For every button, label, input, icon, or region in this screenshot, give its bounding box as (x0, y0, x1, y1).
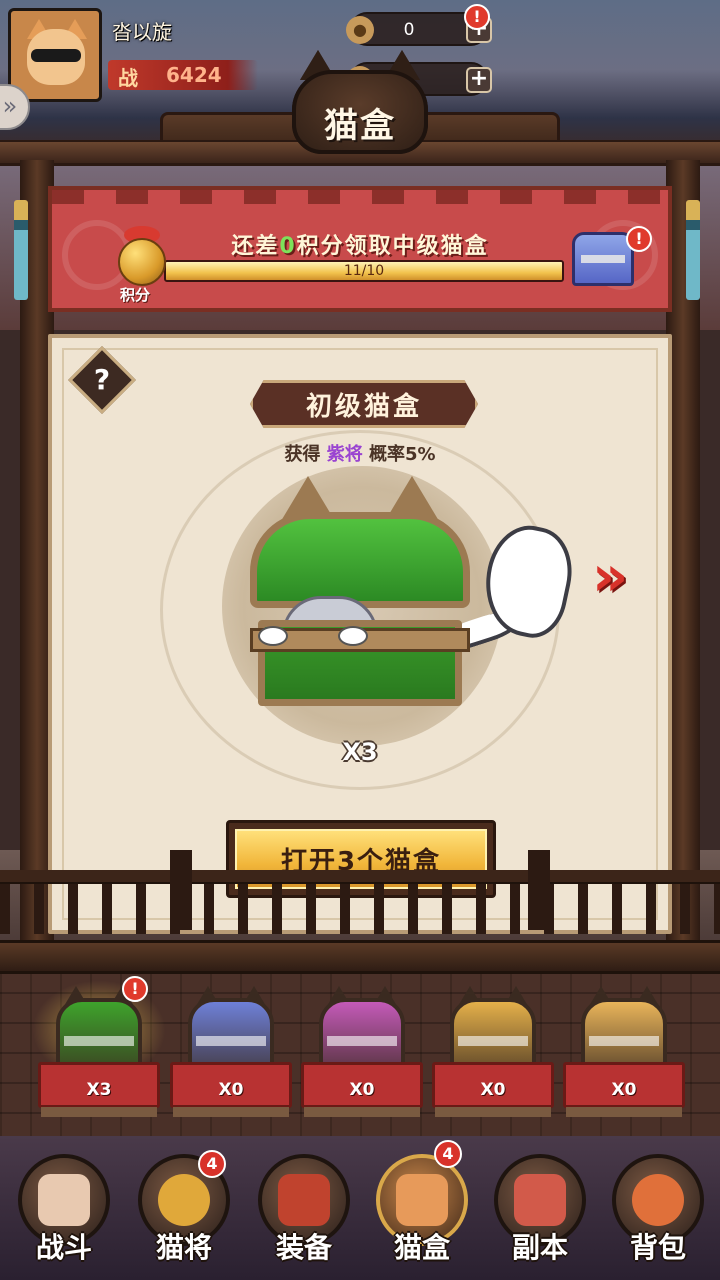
box-count: X3 (342, 738, 378, 766)
box-slot-count: X0 (480, 1080, 506, 1100)
box-slot-count: X3 (86, 1080, 112, 1100)
tassel-left (14, 200, 28, 300)
currency-value: 0 (403, 20, 415, 40)
cat-paw-icon (258, 626, 288, 646)
nav-badge: 4 (434, 1140, 462, 1168)
gold-cat-box-icon (450, 998, 536, 1070)
nav-dungeon[interactable]: 副本 (484, 1148, 594, 1278)
nav-label: 战斗 (35, 1231, 92, 1264)
alert-icon: ! (122, 976, 148, 1002)
cat-general-icon (158, 1174, 210, 1226)
box-slot-gold[interactable]: X0 (432, 986, 554, 1120)
dungeon-icon (514, 1174, 566, 1226)
nav-label: 副本 (511, 1231, 568, 1264)
points-progress-text: 11/10 (343, 263, 385, 279)
box-slot-purple[interactable]: X0 (301, 986, 423, 1120)
points-label: 积分 (120, 286, 151, 304)
player-name: 沓以旋 (112, 20, 172, 44)
box-slot-blue[interactable]: X0 (170, 986, 292, 1120)
box-name: 初级猫盒 (305, 392, 422, 422)
nav-label: 背包 (629, 1231, 686, 1264)
combat-power-label: 战 (118, 66, 138, 90)
nav-backpack[interactable]: 背包 (602, 1148, 712, 1278)
green-cat-box-illustration (250, 512, 470, 608)
page-title-overlay: 猫盒 (324, 106, 396, 146)
nav-equipment[interactable]: 装备 (248, 1148, 358, 1278)
player-avatar[interactable] (8, 8, 102, 102)
battle-icon (38, 1174, 90, 1226)
cat-box-icon (396, 1174, 448, 1226)
box-slot-red-gold[interactable]: X0 (563, 986, 685, 1120)
nav-battle[interactable]: 战斗 (8, 1148, 118, 1278)
nav-label: 猫将 (155, 1231, 212, 1264)
mid-cat-box-reward-icon[interactable] (572, 232, 634, 286)
tassel-right (686, 200, 700, 300)
bell-points-icon (118, 238, 166, 286)
box-slot-count: X0 (218, 1080, 244, 1100)
green-cat-box-icon (56, 998, 142, 1070)
purple-cat-box-icon (319, 998, 405, 1070)
help-icon[interactable]: ? (78, 358, 126, 406)
nav-label: 装备 (275, 1231, 332, 1264)
nav-label: 猫盒 (393, 1231, 450, 1264)
nav-cat-box[interactable]: 猫盒 (366, 1148, 476, 1278)
points-progress-bar: 11/10 (164, 260, 564, 282)
sunglasses (31, 49, 81, 62)
balcony-rail (0, 850, 720, 950)
box-slot-count: X0 (611, 1080, 637, 1100)
box-slot-count: X0 (349, 1080, 375, 1100)
next-box-arrow-icon[interactable]: » (592, 549, 628, 605)
add-gem-button[interactable]: + (466, 67, 492, 93)
box-slot-green[interactable]: X3 (32, 980, 166, 1120)
points-progress-banner: 还差0积分领取中级猫盒 11/10 积分 ! (48, 186, 672, 312)
shelf-beam (0, 940, 720, 974)
combat-power: 战 6424 (108, 60, 258, 90)
nav-badge: 4 (198, 1150, 226, 1178)
points-needed: 0 (279, 234, 297, 259)
alert-icon: ! (464, 4, 490, 30)
combat-power-value: 6424 (166, 63, 222, 87)
equipment-icon (278, 1174, 330, 1226)
alert-icon: ! (626, 226, 652, 252)
blue-cat-box-icon (188, 998, 274, 1070)
backpack-icon (632, 1174, 684, 1226)
cat-paw-icon (338, 626, 368, 646)
red-gold-cat-box-icon (581, 998, 667, 1070)
